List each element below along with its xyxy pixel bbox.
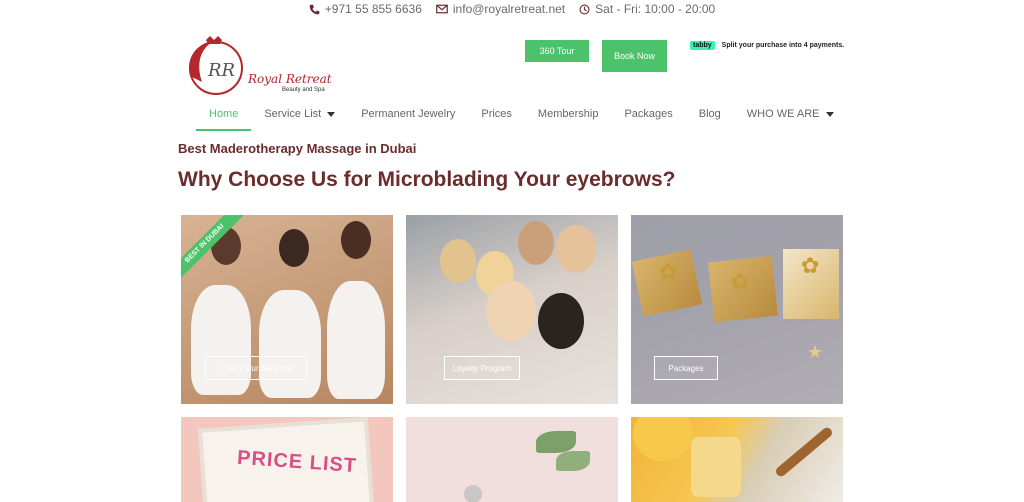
section-heading: Why Choose Us for Microblading Your eyeb…	[178, 168, 676, 191]
beauty-products-card[interactable]	[406, 417, 618, 502]
caret-down-icon	[327, 112, 336, 117]
packages-button[interactable]: Packages	[654, 356, 718, 380]
phone-icon	[309, 4, 320, 15]
nav-permanent-jewelry[interactable]: Permanent Jewelry	[348, 108, 468, 130]
nav-who-we-are[interactable]: WHO WE ARE	[734, 108, 847, 130]
packages-card[interactable]: ✿ ✿ ✿ ★ Packages	[631, 215, 843, 404]
logo-tagline: Beauty and Spa	[282, 87, 325, 93]
contact-bar: +971 55 855 6636 info@royalretreat.net S…	[0, 0, 1024, 18]
site-logo[interactable]: RR Royal Retreat Beauty and Spa	[182, 36, 334, 98]
photo-detail	[259, 290, 321, 398]
photo-detail	[773, 425, 835, 479]
bow-icon: ✿	[659, 259, 678, 284]
envelope-icon	[436, 4, 448, 14]
nav-membership[interactable]: Membership	[525, 108, 612, 130]
clock-icon	[579, 3, 590, 15]
loyalty-program-button[interactable]: Loyalty Program	[444, 356, 520, 380]
photo-detail	[536, 431, 576, 453]
nav-label: WHO WE ARE	[746, 108, 820, 120]
check-our-services-button[interactable]: Check Our Services	[205, 356, 307, 380]
logo-emblem: RR	[189, 36, 243, 95]
photo-detail	[538, 293, 584, 349]
photo-detail	[556, 225, 596, 273]
email-address: info@royalretreat.net	[452, 2, 566, 16]
loyalty-card[interactable]: Loyalty Program	[406, 215, 618, 404]
nav-label: Service List	[264, 108, 322, 120]
photo-detail	[464, 485, 482, 502]
photo-detail	[486, 281, 536, 341]
phone-contact[interactable]: +971 55 855 6636	[309, 2, 422, 16]
nav-service-list[interactable]: Service List	[251, 108, 348, 130]
nav-label: Blog	[698, 108, 721, 120]
email-contact[interactable]: info@royalretreat.net	[436, 2, 565, 16]
photo-detail	[691, 437, 741, 497]
nav-home[interactable]: Home	[196, 108, 252, 131]
main-nav: Home Service List Permanent Jewelry Pric…	[196, 108, 847, 131]
book-now-button[interactable]: Book Now	[602, 40, 667, 72]
nav-label: Membership	[537, 108, 599, 120]
tabby-logo: tabby	[690, 41, 715, 50]
tabby-promo[interactable]: tabby Split your purchase into 4 payment…	[690, 41, 844, 50]
services-card[interactable]: BEST IN DUBAI Check Our Services	[181, 215, 393, 404]
nav-blog[interactable]: Blog	[686, 108, 734, 130]
photo-detail	[556, 451, 590, 471]
nav-label: Packages	[624, 108, 673, 120]
caret-down-icon	[825, 112, 834, 117]
nav-label: Home	[209, 108, 239, 120]
nav-packages[interactable]: Packages	[611, 108, 685, 130]
nav-label: Prices	[481, 108, 512, 120]
spa-ingredients-card[interactable]	[631, 417, 843, 502]
bow-icon: ✿	[731, 269, 750, 294]
bow-icon: ✿	[801, 253, 820, 278]
logo-name: Royal Retreat	[248, 72, 332, 86]
photo-detail	[327, 281, 385, 399]
hours-info: Sat - Fri: 10:00 - 20:00	[579, 2, 715, 16]
opening-hours: Sat - Fri: 10:00 - 20:00	[595, 2, 716, 16]
tour-360-button[interactable]: 360 Tour	[525, 40, 589, 62]
photo-detail	[518, 221, 554, 265]
photo-detail	[341, 221, 371, 259]
photo-detail	[633, 417, 693, 461]
photo-detail	[279, 229, 309, 267]
star-icon: ★	[807, 342, 824, 362]
section-subheading: Best Maderotherapy Massage in Dubai	[178, 141, 417, 156]
nav-prices[interactable]: Prices	[468, 108, 525, 130]
nav-label: Permanent Jewelry	[361, 108, 456, 120]
logo-monogram: RR	[207, 60, 235, 81]
price-list-card[interactable]: PRICE LIST	[181, 417, 393, 502]
photo-detail	[440, 239, 476, 283]
phone-number: +971 55 855 6636	[324, 2, 422, 16]
tabby-message: Split your purchase into 4 payments.	[721, 42, 845, 49]
